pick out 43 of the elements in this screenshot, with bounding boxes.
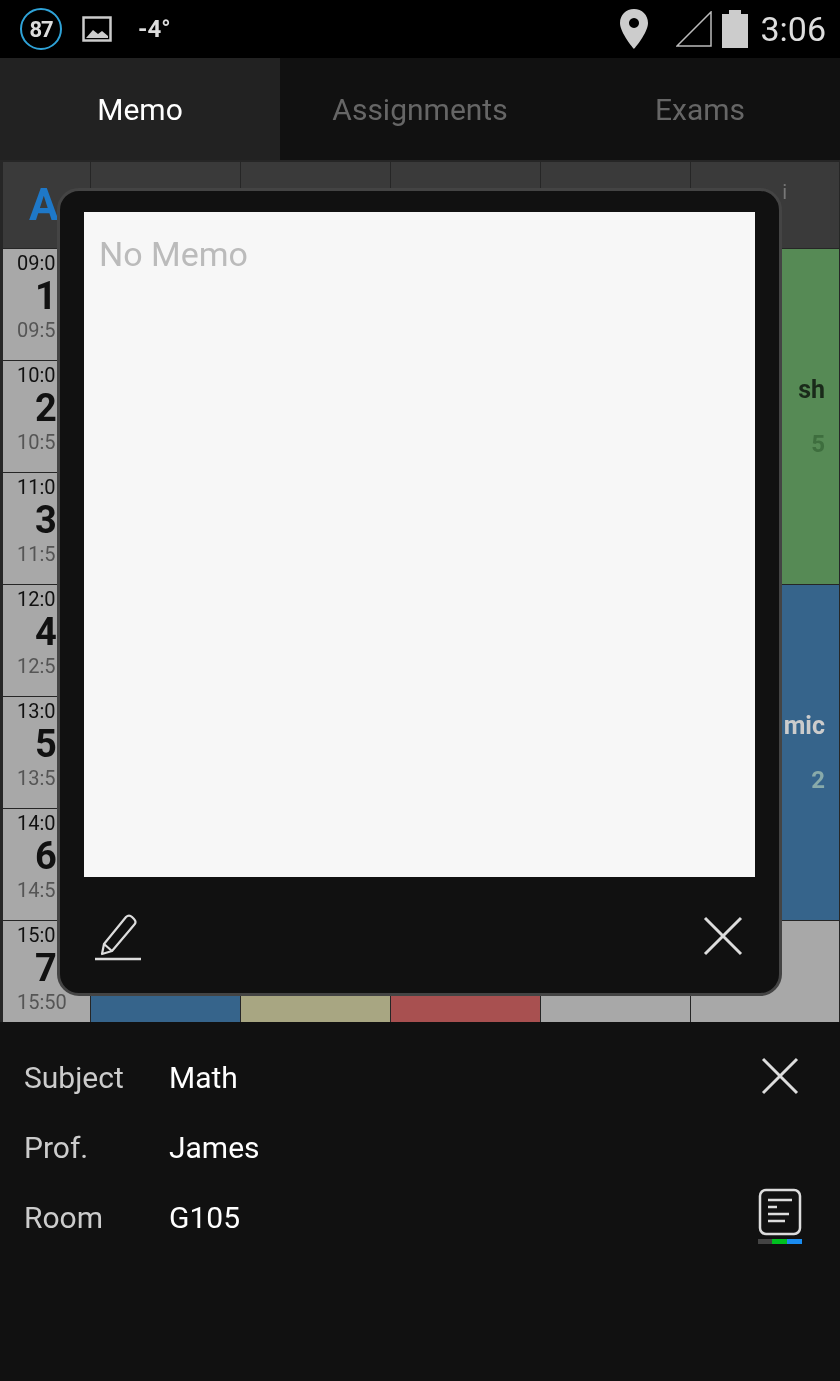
start-time: 14:0 (17, 811, 57, 835)
end-time: 09:5 (17, 317, 57, 343)
start-time: 09:0 (17, 251, 57, 275)
signal-icon (676, 11, 713, 47)
temperature: -4° (138, 15, 171, 43)
close-icon (703, 916, 743, 956)
period-number: 2 (34, 387, 58, 429)
close-icon (761, 1056, 799, 1095)
note-icon (758, 1187, 802, 1244)
period-number: 1 (34, 275, 58, 317)
end-time: 10:5 (17, 429, 57, 455)
end-time: 14:5 (17, 877, 57, 903)
memo-button[interactable] (758, 1187, 802, 1247)
period-number: 4 (34, 611, 58, 653)
end-time: 11:5 (17, 541, 57, 567)
field-value: Math (169, 1059, 239, 1095)
end-time: 15:50 (17, 989, 68, 1015)
notification-badge: 87 (20, 8, 62, 50)
period-number: 7 (34, 947, 58, 989)
field-value: G105 (169, 1199, 241, 1235)
field-label: Room (24, 1199, 104, 1235)
image-icon (82, 16, 112, 42)
subject-name: sh (798, 375, 825, 404)
start-time: 13:0 (17, 699, 57, 723)
battery-icon (722, 10, 749, 48)
location-pin-icon (620, 9, 649, 49)
subject-name: mic (783, 711, 825, 740)
memo-field[interactable]: No Memo (84, 212, 755, 877)
start-time: 11:0 (17, 475, 57, 499)
clock-time: 3:06 (760, 9, 826, 49)
period-number: 3 (34, 499, 58, 541)
tab[interactable]: Memo (0, 58, 280, 160)
period-number: 5 (34, 723, 58, 765)
end-time: 13:5 (17, 765, 57, 791)
start-time: 12:0 (17, 587, 57, 611)
field-label: Prof. (24, 1129, 90, 1165)
period-number: 6 (34, 835, 58, 877)
field-value: James (169, 1129, 261, 1165)
room-number: 2 (811, 766, 825, 794)
end-time: 12:5 (17, 653, 57, 679)
field-label: Subject (24, 1059, 125, 1095)
start-time: 10:0 (17, 363, 57, 387)
start-time: 15:0 (17, 923, 57, 947)
